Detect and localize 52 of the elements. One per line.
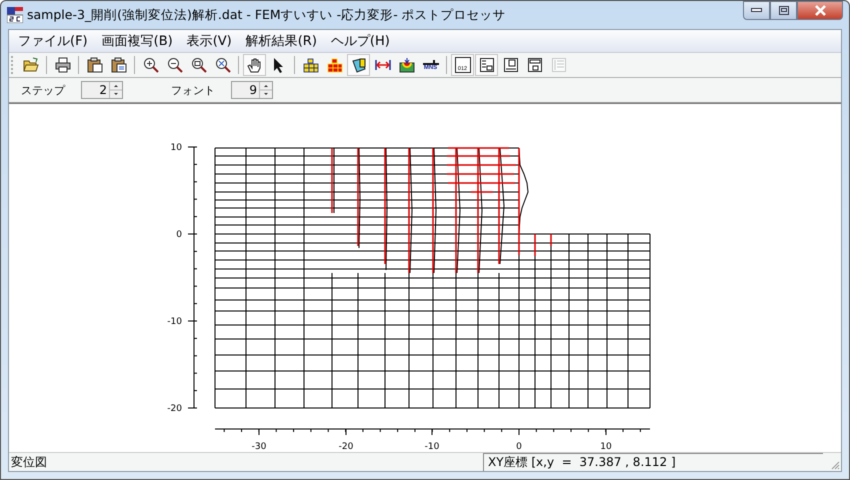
close-button[interactable]	[797, 1, 843, 20]
dimension-arrow-icon	[374, 57, 390, 73]
grid-icon	[326, 57, 342, 73]
menu-item[interactable]: 解析結果(R)	[238, 32, 324, 50]
spin-field[interactable]: 2	[81, 81, 123, 99]
paint-icon	[350, 57, 366, 73]
restore-button[interactable]	[770, 1, 797, 20]
spin-field[interactable]: 9	[231, 81, 273, 99]
y-tick-label: -10	[167, 317, 182, 327]
y-tick-label: 10	[170, 143, 182, 153]
option-label: ステップ	[21, 82, 65, 98]
app-logo-icon	[7, 7, 23, 23]
window-title: sample-3_開削(強制変位法)解析.dat - FEMすいすい -応力変形- ポストプロセッサ	[27, 6, 506, 24]
magnifier-icon	[190, 57, 206, 73]
clipboard-icon	[86, 57, 102, 73]
x-tick-label: -30	[252, 442, 266, 452]
layout-icon	[478, 57, 494, 73]
menu-item[interactable]: ファイル(F)	[11, 32, 95, 50]
magnifier-icon	[214, 57, 230, 73]
menu-item[interactable]: ヘルプ(H)	[324, 32, 397, 50]
layout-icon	[526, 57, 542, 73]
folder-icon	[22, 57, 38, 73]
zoom-in-icon	[142, 57, 158, 73]
minimize-icon	[751, 8, 762, 13]
toolbar-button[interactable]	[347, 54, 370, 76]
resize-grip-icon	[830, 460, 840, 470]
toolbar-button[interactable]	[475, 54, 498, 76]
clipboard-icon	[110, 57, 126, 73]
status-text: 変位図	[10, 454, 47, 470]
hand-icon	[246, 57, 262, 73]
minimize-button[interactable]	[743, 1, 770, 20]
y-tick-label: -20	[167, 404, 182, 414]
x-tick-label: -20	[338, 442, 354, 452]
menu-item[interactable]: 表示(V)	[180, 32, 239, 50]
option-label: フォント	[171, 82, 215, 98]
printer-icon	[54, 57, 70, 73]
spin-arrows-icon	[259, 82, 272, 98]
close-icon	[814, 5, 826, 16]
spin-arrows-icon	[109, 82, 122, 98]
x-tick-label: -10	[424, 442, 440, 452]
restore-icon	[778, 6, 788, 15]
menu-item[interactable]: 画面複写(B)	[94, 32, 180, 50]
x-tick-label: 10	[600, 442, 612, 452]
grid-icon	[302, 57, 318, 73]
y-tick-label: 0	[176, 230, 182, 240]
coordinate-readout: XY座標 [x,y = 37.387 , 8.112 ]	[483, 453, 823, 471]
layout-icon	[550, 57, 566, 73]
contour-icon	[398, 57, 414, 73]
x-tick-label: 0	[516, 442, 522, 452]
toolbar-button[interactable]	[243, 54, 266, 76]
layout-icon	[502, 57, 518, 73]
zoom-out-icon	[166, 57, 182, 73]
